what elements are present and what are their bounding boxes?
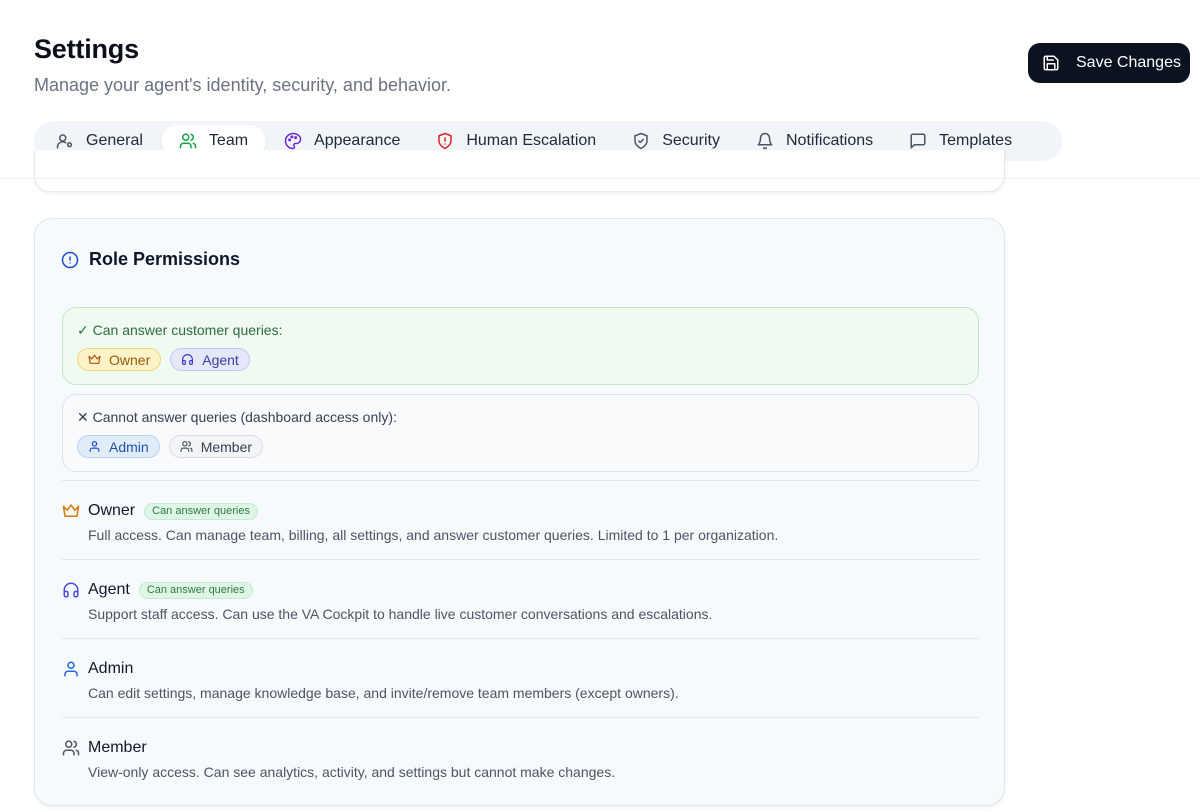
role-owner: Owner Can answer queries Full access. Ca… (62, 480, 979, 559)
palette-icon (284, 132, 302, 150)
info-circle-icon (61, 251, 79, 268)
tab-general-label: General (86, 132, 143, 149)
role-owner-name: Owner (88, 502, 136, 519)
chip-admin: Admin (77, 435, 160, 458)
role-agent-name: Agent (88, 581, 130, 598)
cannot-answer-chips: Admin Member (77, 435, 964, 458)
page-header: Settings Manage your agent's identity, s… (34, 34, 451, 97)
users-icon (179, 133, 197, 149)
role-agent: Agent Can answer queries Support staff a… (62, 559, 979, 638)
shield-check-icon (634, 132, 648, 150)
header-divider (0, 178, 1200, 179)
role-member-description: View-only access. Can see analytics, act… (88, 764, 616, 780)
role-agent-description: Support staff access. Can use the VA Coc… (88, 606, 713, 622)
save-changes-button[interactable]: Save Changes (1028, 43, 1190, 83)
role-permissions-card: Role Permissions ✓ Can answer customer q… (34, 218, 1005, 806)
bell-icon (757, 132, 773, 150)
chip-owner-label: Owner (109, 351, 151, 368)
user-icon (62, 660, 80, 678)
tab-appearance-label: Appearance (314, 132, 401, 149)
can-answer-box: ✓ Can answer customer queries: Owner Age… (62, 307, 979, 385)
shield-alert-icon (438, 132, 453, 150)
page-subtitle: Manage your agent's identity, security, … (34, 75, 452, 95)
role-member: Member View-only access. Can see analyti… (62, 717, 979, 796)
role-agent-badge: Can answer queries (138, 581, 253, 599)
tab-templates-label: Templates (939, 132, 1013, 149)
role-admin-name: Admin (88, 660, 134, 677)
role-member-head: Member (62, 738, 147, 758)
role-admin-head: Admin (62, 659, 133, 679)
crown-icon (62, 502, 80, 520)
tab-security-label: Security (662, 132, 720, 149)
role-member-name: Member (88, 739, 147, 756)
role-admin-description: Can edit settings, manage knowledge base… (88, 685, 679, 701)
role-owner-description: Full access. Can manage team, billing, a… (88, 527, 779, 543)
users-icon (180, 441, 193, 452)
previous-card (34, 150, 1005, 192)
role-permissions-heading: Role Permissions (61, 249, 240, 270)
chip-owner: Owner (77, 348, 162, 371)
role-owner-head: Owner Can answer queries (62, 501, 258, 521)
role-admin: Admin Can edit settings, manage knowledg… (62, 638, 979, 717)
page-title: Settings (34, 34, 139, 64)
users-icon (62, 739, 80, 757)
user-settings-icon (56, 134, 73, 149)
role-agent-head: Agent Can answer queries (62, 580, 253, 600)
cannot-answer-label: ✕ Cannot answer queries (dashboard acces… (77, 409, 397, 425)
tab-human-escalation-label: Human Escalation (466, 132, 597, 149)
chip-member-label: Member (200, 438, 253, 455)
can-answer-label: ✓ Can answer customer queries: (77, 322, 283, 338)
chip-admin-label: Admin (109, 438, 149, 455)
save-icon (1043, 55, 1059, 71)
save-changes-label: Save Changes (1076, 54, 1181, 71)
user-icon (89, 441, 100, 452)
chip-agent-label: Agent (202, 351, 239, 368)
can-answer-chips: Owner Agent (77, 348, 964, 371)
headset-icon (62, 581, 80, 599)
role-owner-badge: Can answer queries (144, 502, 258, 520)
cannot-answer-box: ✕ Cannot answer queries (dashboard acces… (62, 394, 979, 472)
role-permissions-title: Role Permissions (89, 249, 241, 269)
tab-notifications-label: Notifications (785, 132, 874, 149)
headset-icon (182, 354, 194, 365)
chip-member: Member (168, 435, 264, 458)
crown-icon (88, 354, 101, 364)
message-square-icon (910, 133, 926, 149)
tab-team-label: Team (208, 132, 249, 149)
chip-agent: Agent (170, 348, 250, 371)
